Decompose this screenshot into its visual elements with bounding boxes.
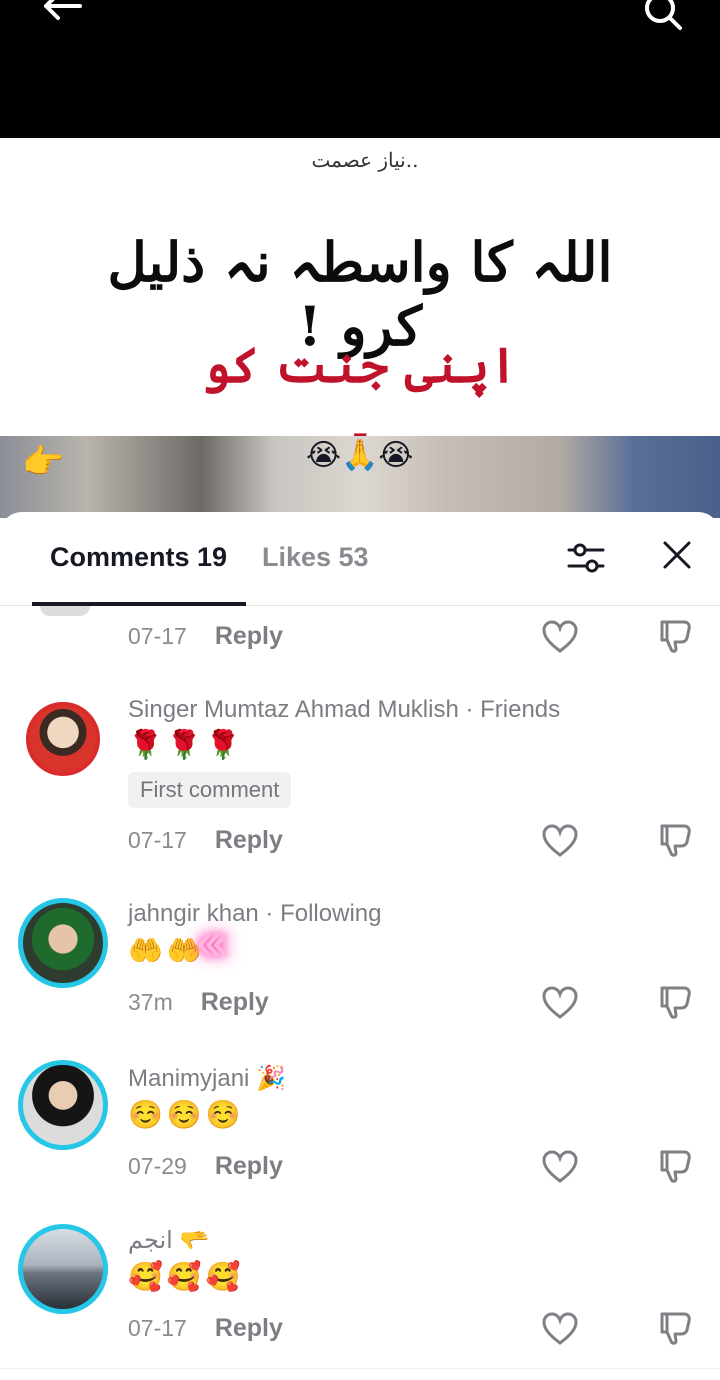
avatar[interactable]: [26, 702, 100, 776]
video-credit-text: نیاز عصمت..: [311, 148, 419, 172]
divider: [0, 1368, 720, 1369]
comment-time: 07-29: [128, 1152, 187, 1179]
avatar[interactable]: [18, 1060, 108, 1150]
sparkle-sticker-icon: ‹‹‹: [196, 911, 230, 971]
comments-sheet: Comments 19 Likes 53: [0, 512, 720, 1380]
pointing-hand-sticker: 👉: [22, 443, 65, 481]
reply-button[interactable]: Reply: [215, 826, 283, 855]
comment-text: 🤲🤲: [128, 935, 206, 966]
close-icon[interactable]: [660, 538, 694, 572]
back-arrow-icon[interactable]: [40, 0, 84, 30]
heart-icon[interactable]: [542, 824, 578, 858]
tab-comments[interactable]: Comments 19: [50, 542, 227, 573]
comment-text: ☺️☺️☺️: [128, 1099, 245, 1130]
reply-button[interactable]: Reply: [215, 1314, 283, 1343]
comment-meta: 37m Reply: [128, 984, 269, 1020]
dislike-icon[interactable]: [658, 984, 694, 1020]
comment-time: 07-17: [128, 1314, 187, 1341]
comment-username[interactable]: Singer Mumtaz Ahmad Muklish · Friends: [128, 696, 560, 724]
tab-likes[interactable]: Likes 53: [262, 542, 369, 573]
comment-time: 07-17: [128, 622, 187, 649]
reply-button[interactable]: Reply: [215, 622, 283, 651]
video-emoji-sticker: 😭🙏😭: [306, 439, 414, 472]
comment-meta: 07-17 Reply: [128, 618, 283, 654]
video-caption-line-2: اپنی جنت کو ۔: [202, 338, 518, 450]
first-comment-badge: First comment: [128, 772, 292, 808]
comment-time: 07-17: [128, 826, 187, 853]
comment-meta: 07-17 Reply: [128, 822, 283, 858]
avatar[interactable]: [40, 606, 90, 616]
comment-username[interactable]: Manimyjani 🎉: [128, 1064, 286, 1093]
heart-icon[interactable]: [542, 1150, 578, 1184]
comment-username[interactable]: انجم 🫳: [128, 1226, 209, 1255]
dislike-icon[interactable]: [658, 1148, 694, 1184]
reply-button[interactable]: Reply: [215, 1152, 283, 1181]
search-icon[interactable]: [642, 0, 686, 34]
dislike-icon[interactable]: [658, 1310, 694, 1346]
comment-meta: 07-29 Reply: [128, 1148, 283, 1184]
comment-text: 🌹🌹🌹: [128, 729, 245, 760]
filter-sliders-icon[interactable]: [566, 538, 606, 578]
video-preview[interactable]: نیاز عصمت.. اللہ کا واسطہ نہ ذلیل کرو ! …: [0, 138, 720, 518]
dislike-icon[interactable]: [658, 822, 694, 858]
heart-icon[interactable]: [542, 1312, 578, 1346]
comment-time: 37m: [128, 988, 173, 1015]
heart-icon[interactable]: [542, 620, 578, 654]
comment-username[interactable]: jahngir khan · Following: [128, 900, 381, 928]
sheet-tabs: Comments 19 Likes 53: [0, 512, 720, 606]
comment-meta: 07-17 Reply: [128, 1310, 283, 1346]
dislike-icon[interactable]: [658, 618, 694, 654]
comment-text: 🥰🥰🥰: [128, 1261, 245, 1292]
reply-button[interactable]: Reply: [201, 988, 269, 1017]
avatar[interactable]: [18, 898, 108, 988]
avatar[interactable]: [18, 1224, 108, 1314]
heart-icon[interactable]: [542, 986, 578, 1020]
top-bar: [0, 0, 720, 138]
